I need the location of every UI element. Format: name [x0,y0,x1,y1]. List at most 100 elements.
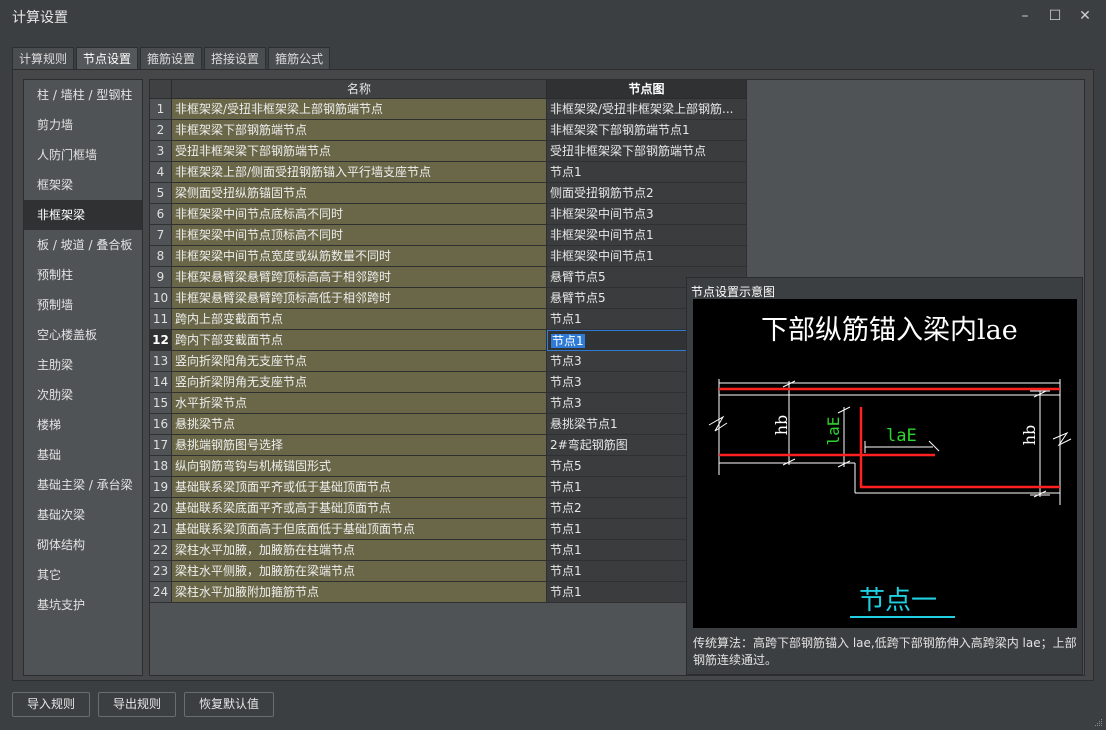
row-index: 4 [150,162,172,183]
table-row[interactable]: 3 受扭非框架梁下部钢筋端节点 受扭非框架梁下部钢筋端节点 [150,141,747,162]
import-rules-button[interactable]: 导入规则 [12,692,91,717]
table-row[interactable]: 12 跨内下部变截面节点 节点1 [150,330,747,351]
row-node-value[interactable]: 非框架梁中间节点1 [547,225,747,246]
component-list: 柱 / 墙柱 / 型钢柱 剪力墙 人防门框墙 框架梁 非框架梁 板 / 坡道 /… [23,79,143,676]
tab-bar: 计算规则 节点设置 箍筋设置 搭接设置 箍筋公式 [12,47,331,69]
diagram-label-hb-right: hb [1020,425,1039,446]
sidebar-item-slab[interactable]: 板 / 坡道 / 叠合板 [24,230,142,260]
row-name: 非框架悬臂梁悬臂跨顶标高高于相邻跨时 [172,267,547,288]
table-row[interactable]: 9 非框架悬臂梁悬臂跨顶标高高于相邻跨时 悬臂节点5 [150,267,747,288]
sidebar-item-main-rib-beam[interactable]: 主肋梁 [24,350,142,380]
minimize-button[interactable]: – [1014,6,1036,26]
row-index: 18 [150,456,172,477]
table-row[interactable]: 7 非框架梁中间节点顶标高不同时 非框架梁中间节点1 [150,225,747,246]
table-row[interactable]: 21 基础联系梁顶面高于但底面低于基础顶面节点 节点1 [150,519,747,540]
close-button[interactable]: ✕ [1074,6,1096,26]
row-index: 2 [150,120,172,141]
restore-defaults-button[interactable]: 恢复默认值 [184,692,275,717]
table-row[interactable]: 13 竖向折梁阳角无支座节点 节点3 [150,351,747,372]
sidebar-item-column[interactable]: 柱 / 墙柱 / 型钢柱 [24,80,142,110]
sidebar-item-secondary-rib-beam[interactable]: 次肋梁 [24,380,142,410]
diagram-heading: 下部纵筋锚入梁内lae [761,315,1018,346]
sidebar-item-non-frame-beam[interactable]: 非框架梁 [24,200,142,230]
row-index: 3 [150,141,172,162]
sidebar-item-shear-wall[interactable]: 剪力墙 [24,110,142,140]
sidebar-item-stairs[interactable]: 楼梯 [24,410,142,440]
table-row[interactable]: 11 跨内上部变截面节点 节点1 [150,309,747,330]
table-body: 1 非框架梁/受扭非框架梁上部钢筋端节点 非框架梁/受扭非框架梁上部钢筋... 2 非框… [150,99,747,603]
row-index: 24 [150,582,172,603]
row-name: 非框架梁/受扭非框架梁上部钢筋端节点 [172,99,547,120]
row-node-value[interactable]: 侧面受扭钢筋节点2 [547,183,747,204]
window-title: 计算设置 [12,10,68,26]
sidebar-item-other[interactable]: 其它 [24,560,142,590]
tab-calc-rules[interactable]: 计算规则 [12,47,75,69]
export-rules-button[interactable]: 导出规则 [98,692,177,717]
tab-lap-settings[interactable]: 搭接设置 [204,47,267,69]
table-row[interactable]: 19 基础联系梁顶面平齐或低于基础顶面节点 节点1 [150,477,747,498]
row-index: 22 [150,540,172,561]
row-index: 19 [150,477,172,498]
row-name: 基础联系梁顶面高于但底面低于基础顶面节点 [172,519,547,540]
maximize-button[interactable]: ☐ [1044,6,1066,26]
node-diagram: 下部纵筋锚入梁内lae hb hb laE laE 节点一 [693,299,1077,628]
row-index: 1 [150,99,172,120]
row-index: 17 [150,435,172,456]
row-name: 梁侧面受扭纵筋锚固节点 [172,183,547,204]
table-row[interactable]: 18 纵向钢筋弯钩与机械锚固形式 节点5 [150,456,747,477]
resize-grip-icon[interactable] [1093,717,1103,727]
row-index: 7 [150,225,172,246]
tab-stirrup-settings[interactable]: 箍筋设置 [140,47,203,69]
sidebar-item-pit-support[interactable]: 基坑支护 [24,590,142,620]
sidebar-item-foundation-main-beam[interactable]: 基础主梁 / 承台梁 [24,470,142,500]
row-node-value[interactable]: 节点1 [547,162,747,183]
row-name: 梁柱水平加腋，加腋筋在柱端节点 [172,540,547,561]
row-name: 非框架梁上部/侧面受扭钢筋锚入平行墙支座节点 [172,162,547,183]
row-name: 非框架梁下部钢筋端节点 [172,120,547,141]
table-row[interactable]: 20 基础联系梁底面平齐或高于基础顶面节点 节点2 [150,498,747,519]
row-name: 梁柱水平侧腋，加腋筋在梁端节点 [172,561,547,582]
tab-stirrup-formula[interactable]: 箍筋公式 [268,47,331,69]
tab-node-settings[interactable]: 节点设置 [76,47,139,69]
sidebar-item-foundation[interactable]: 基础 [24,440,142,470]
table-row[interactable]: 23 梁柱水平侧腋，加腋筋在梁端节点 节点1 [150,561,747,582]
row-index: 21 [150,519,172,540]
row-index: 13 [150,351,172,372]
row-node-value[interactable]: 非框架梁中间节点3 [547,204,747,225]
row-node-selected-text: 节点1 [551,334,585,348]
table-row[interactable]: 15 水平折梁节点 节点3 [150,393,747,414]
sidebar-item-civil-defense-wall[interactable]: 人防门框墙 [24,140,142,170]
table-row[interactable]: 24 梁柱水平加腋附加箍筋节点 节点1 [150,582,747,603]
row-index: 20 [150,498,172,519]
row-node-value[interactable]: 非框架梁/受扭非框架梁上部钢筋... [547,99,747,120]
table-row[interactable]: 4 非框架梁上部/侧面受扭钢筋锚入平行墙支座节点 节点1 [150,162,747,183]
row-node-value[interactable]: 非框架梁中间节点1 [547,246,747,267]
table-row[interactable]: 6 非框架梁中间节点底标高不同时 非框架梁中间节点3 [150,204,747,225]
row-name: 受扭非框架梁下部钢筋端节点 [172,141,547,162]
row-name: 非框架梁中间节点底标高不同时 [172,204,547,225]
table-row[interactable]: 8 非框架梁中间节点宽度或纵筋数量不同时 非框架梁中间节点1 [150,246,747,267]
sidebar-item-masonry[interactable]: 砌体结构 [24,530,142,560]
sidebar-item-hollow-slab[interactable]: 空心楼盖板 [24,320,142,350]
header-node[interactable]: 节点图 [547,80,747,99]
table-row[interactable]: 1 非框架梁/受扭非框架梁上部钢筋端节点 非框架梁/受扭非框架梁上部钢筋... [150,99,747,120]
table-row[interactable]: 22 梁柱水平加腋，加腋筋在柱端节点 节点1 [150,540,747,561]
sidebar-item-precast-wall[interactable]: 预制墙 [24,290,142,320]
row-name: 纵向钢筋弯钩与机械锚固形式 [172,456,547,477]
table-row[interactable]: 17 悬挑端钢筋图号选择 2#弯起钢筋图 [150,435,747,456]
sidebar-item-precast-column[interactable]: 预制柱 [24,260,142,290]
row-name: 基础联系梁顶面平齐或低于基础顶面节点 [172,477,547,498]
row-node-value[interactable]: 受扭非框架梁下部钢筋端节点 [547,141,747,162]
table-row[interactable]: 2 非框架梁下部钢筋端节点 非框架梁下部钢筋端节点1 [150,120,747,141]
sidebar-item-foundation-secondary-beam[interactable]: 基础次梁 [24,500,142,530]
row-index: 16 [150,414,172,435]
table-row[interactable]: 5 梁侧面受扭纵筋锚固节点 侧面受扭钢筋节点2 [150,183,747,204]
row-index: 11 [150,309,172,330]
table-row[interactable]: 14 竖向折梁阴角无支座节点 节点3 [150,372,747,393]
diagram-label-lae-horizontal: laE [886,426,917,446]
table-row[interactable]: 10 非框架悬臂梁悬臂跨顶标高低于相邻跨时 悬臂节点5 [150,288,747,309]
row-node-value[interactable]: 非框架梁下部钢筋端节点1 [547,120,747,141]
table-row[interactable]: 16 悬挑梁节点 悬挑梁节点1 [150,414,747,435]
sidebar-item-frame-beam[interactable]: 框架梁 [24,170,142,200]
header-name[interactable]: 名称 [172,80,547,99]
